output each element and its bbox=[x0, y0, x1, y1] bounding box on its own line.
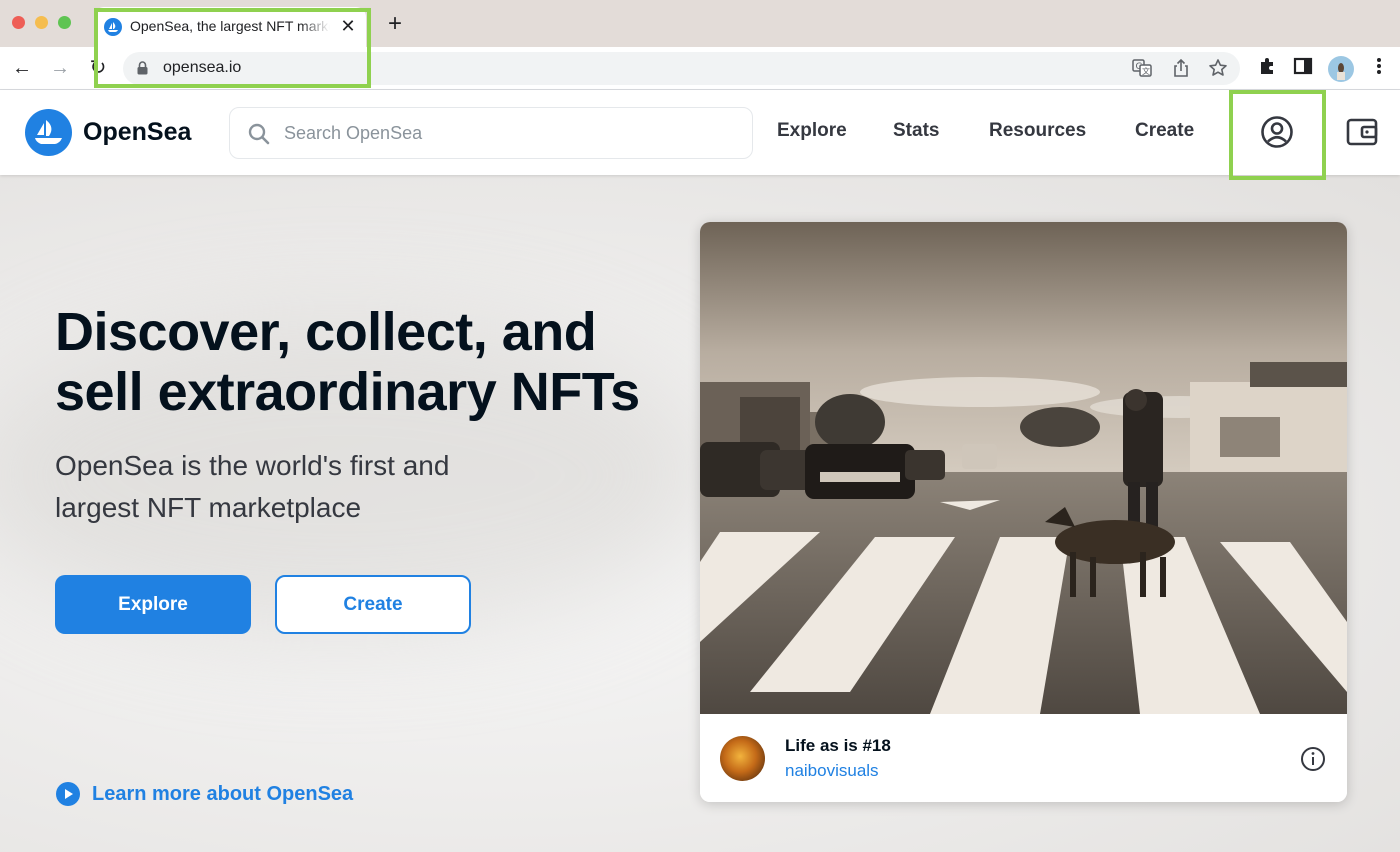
create-button[interactable]: Create bbox=[275, 575, 471, 634]
extensions-icon[interactable] bbox=[1255, 56, 1279, 80]
opensea-logo-icon[interactable] bbox=[25, 109, 72, 156]
nft-image[interactable] bbox=[700, 222, 1347, 714]
creator-avatar[interactable] bbox=[720, 736, 765, 781]
browser-toolbar: ← → ↻ opensea.io G文 bbox=[0, 47, 1400, 90]
menu-icon[interactable] bbox=[1367, 56, 1391, 80]
nft-card-footer: Life as is #18 naibovisuals bbox=[700, 714, 1347, 802]
reload-button[interactable]: ↻ bbox=[86, 56, 110, 80]
site-header: OpenSea Explore Stats Resources Create bbox=[0, 90, 1400, 180]
address-bar[interactable]: opensea.io G文 bbox=[123, 52, 1240, 85]
side-panel-icon[interactable] bbox=[1291, 56, 1315, 80]
nav-explore[interactable]: Explore bbox=[777, 120, 847, 142]
tab-title: OpenSea, the largest NFT marketplace bbox=[130, 18, 330, 34]
close-window-button[interactable] bbox=[12, 16, 25, 29]
play-icon bbox=[56, 782, 80, 806]
hero-subtitle: OpenSea is the world's first and largest… bbox=[55, 450, 450, 523]
explore-button[interactable]: Explore bbox=[55, 575, 251, 634]
nav-stats[interactable]: Stats bbox=[893, 120, 939, 142]
search-input[interactable] bbox=[284, 118, 734, 148]
new-tab-button[interactable]: + bbox=[384, 12, 406, 36]
opensea-favicon-icon bbox=[104, 18, 122, 36]
maximize-window-button[interactable] bbox=[58, 16, 71, 29]
tab-close-icon[interactable]: ✕ bbox=[338, 16, 358, 36]
wallet-icon[interactable] bbox=[1345, 115, 1379, 149]
search-icon bbox=[248, 123, 270, 145]
info-icon[interactable] bbox=[1300, 746, 1326, 772]
forward-button[interactable]: → bbox=[48, 56, 72, 80]
account-icon[interactable] bbox=[1260, 115, 1294, 149]
nft-creator-link[interactable]: naibovisuals bbox=[785, 761, 879, 781]
translate-icon[interactable]: G文 bbox=[1131, 58, 1153, 80]
minimize-window-button[interactable] bbox=[35, 16, 48, 29]
search-box[interactable] bbox=[229, 107, 753, 159]
bookmark-star-icon[interactable] bbox=[1207, 58, 1229, 80]
hero-title: Discover, collect, and sell extraordinar… bbox=[55, 302, 640, 422]
nav-create[interactable]: Create bbox=[1135, 120, 1194, 142]
lock-icon bbox=[137, 61, 148, 75]
hero-section: Discover, collect, and sell extraordinar… bbox=[0, 175, 1400, 852]
featured-nft-card[interactable]: Life as is #18 naibovisuals bbox=[700, 222, 1347, 802]
svg-text:文: 文 bbox=[1142, 66, 1150, 76]
learn-more-text[interactable]: Learn more about OpenSea bbox=[92, 783, 353, 806]
back-button[interactable]: ← bbox=[10, 56, 34, 80]
url-text[interactable]: opensea.io bbox=[163, 59, 241, 77]
nav-resources[interactable]: Resources bbox=[989, 120, 1086, 142]
profile-avatar[interactable] bbox=[1328, 56, 1354, 82]
browser-tab[interactable]: OpenSea, the largest NFT marketplace ✕ bbox=[94, 7, 366, 47]
browser-tab-bar: OpenSea, the largest NFT marketplace ✕ + bbox=[0, 0, 1400, 47]
nft-name[interactable]: Life as is #18 bbox=[785, 736, 891, 756]
brand-name[interactable]: OpenSea bbox=[83, 118, 191, 147]
share-icon[interactable] bbox=[1170, 58, 1192, 80]
